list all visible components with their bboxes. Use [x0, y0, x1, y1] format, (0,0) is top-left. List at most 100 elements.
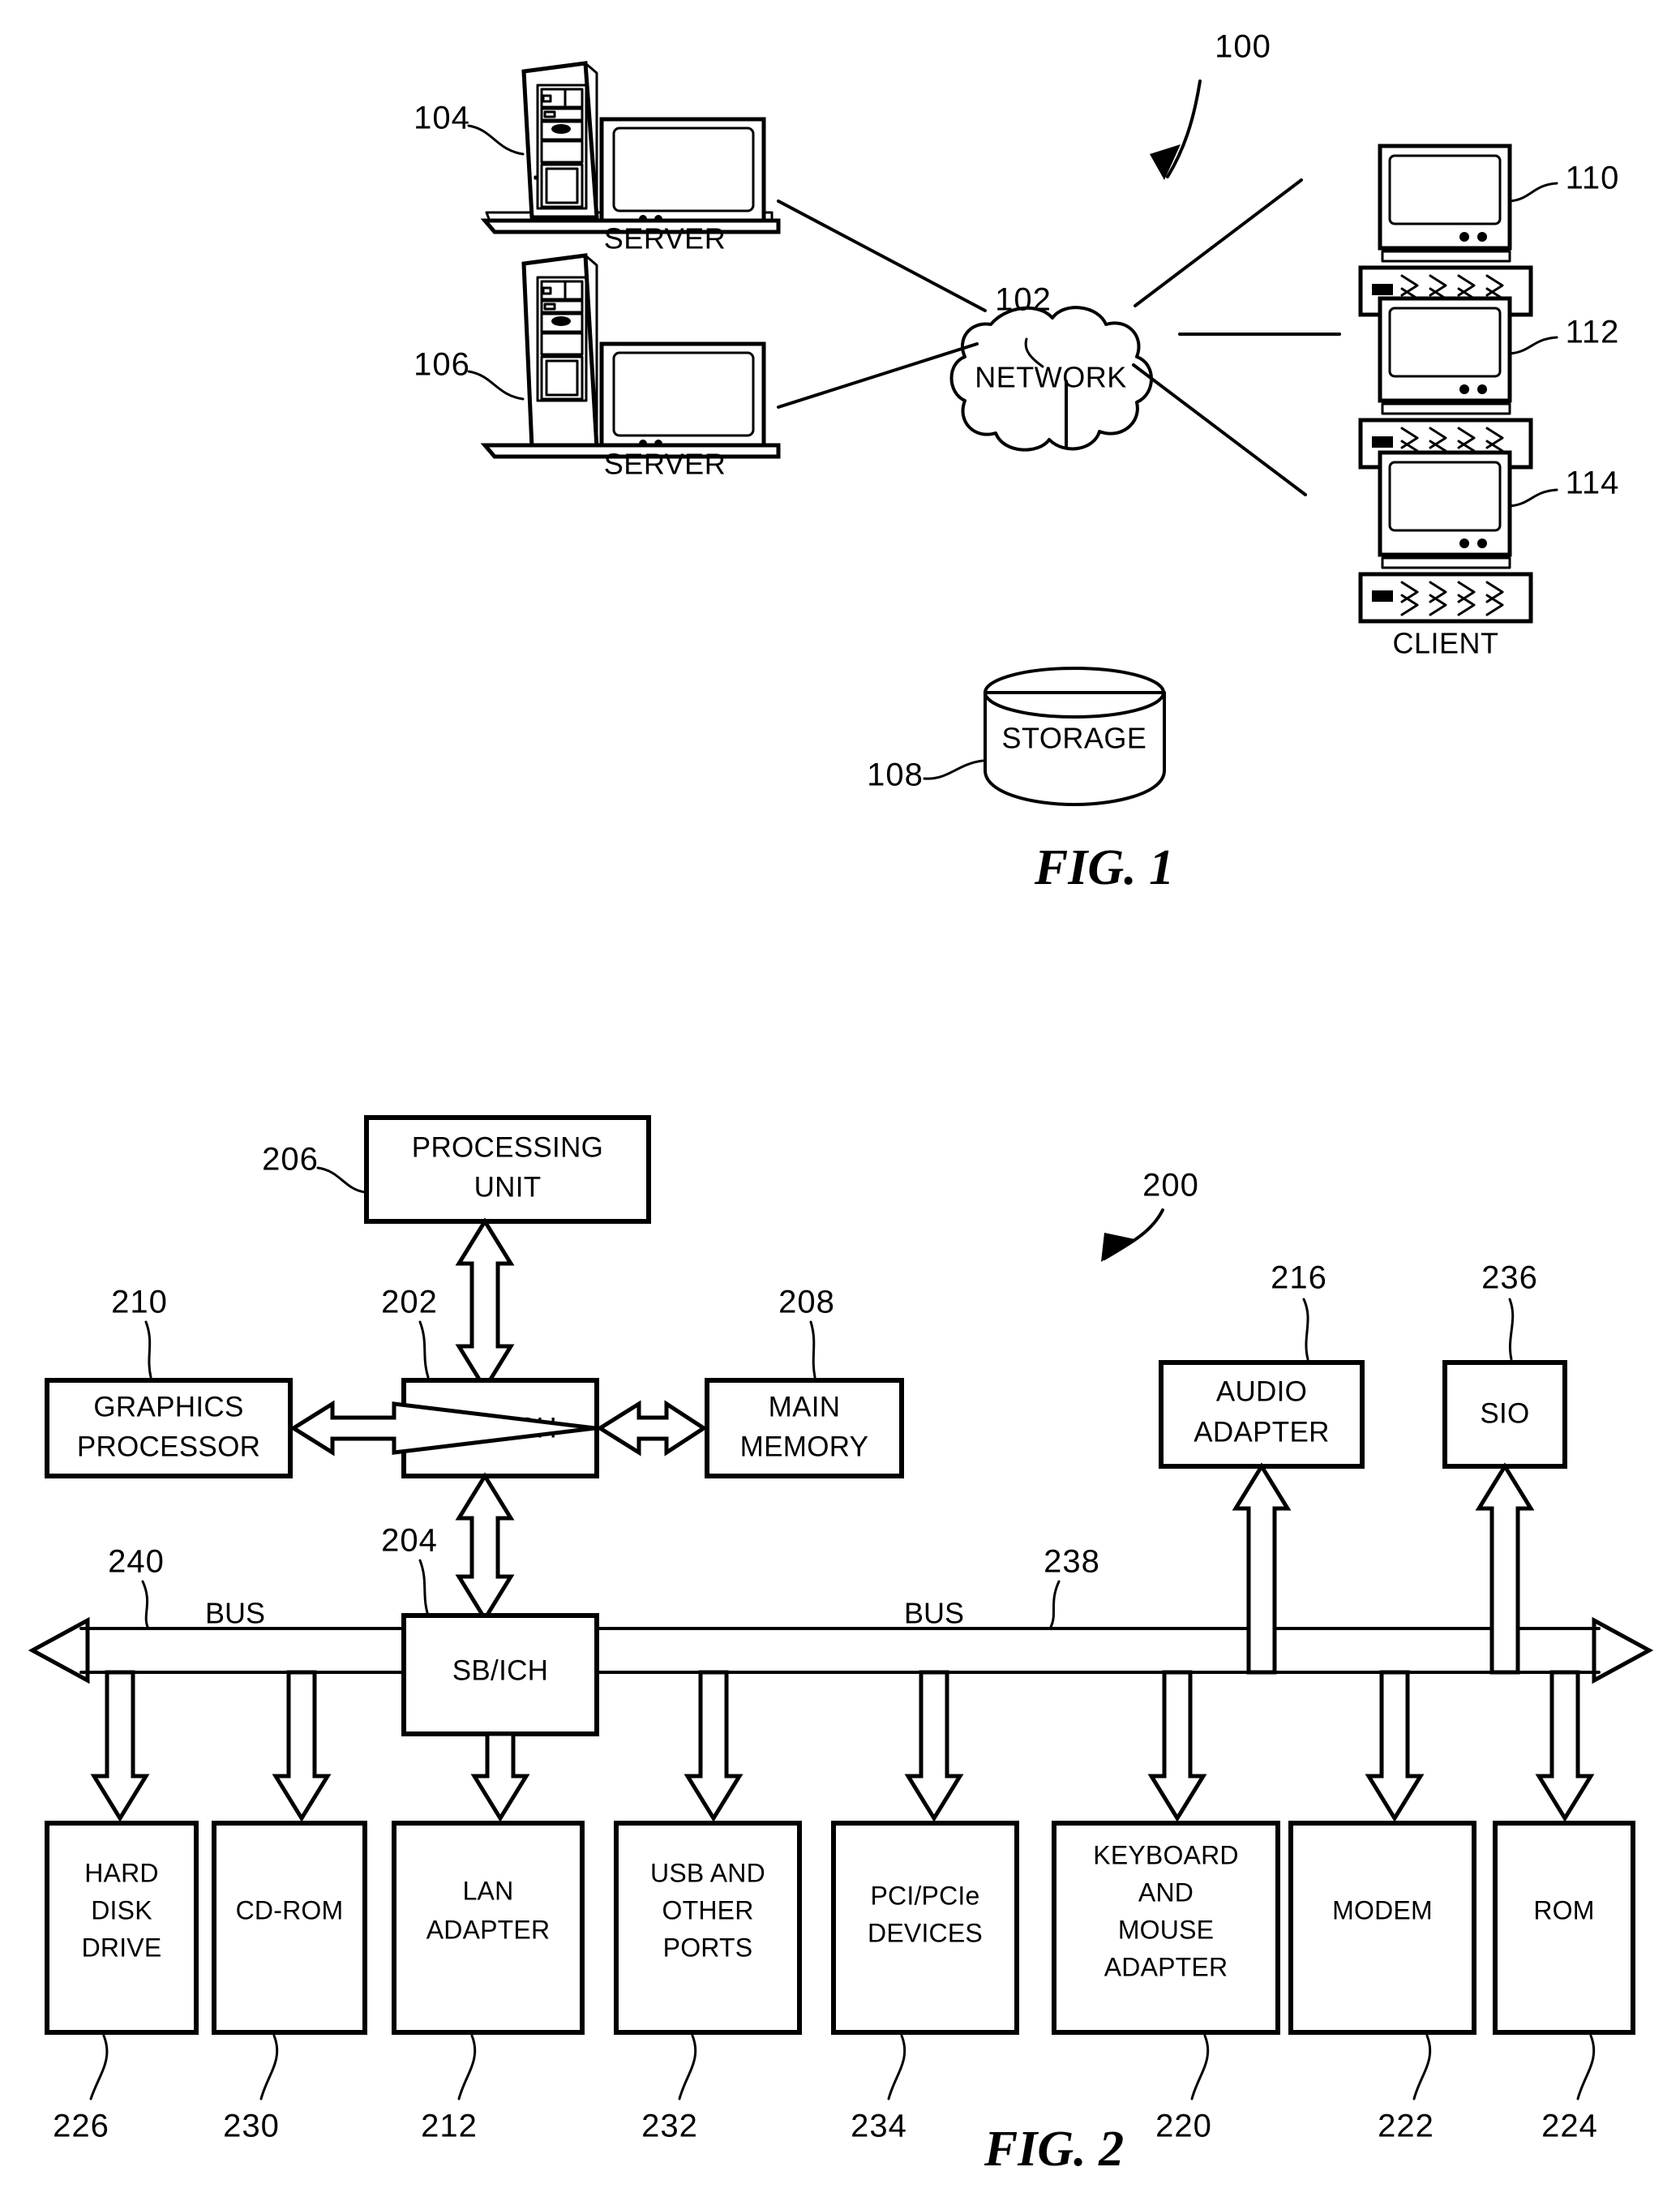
- ref-224: 224: [1541, 2109, 1598, 2144]
- ref-100: 100: [1215, 29, 1271, 65]
- ref-230: 230: [223, 2109, 280, 2144]
- usb-ports-box: [614, 1821, 802, 2035]
- leader-104: [467, 124, 525, 156]
- arrow-sbich-down: [470, 1731, 530, 1822]
- system-200-pointer: [1101, 1208, 1164, 1262]
- leader-210: [144, 1320, 152, 1379]
- ref-222: 222: [1378, 2109, 1434, 2144]
- client-114-graphic: [1358, 450, 1533, 624]
- lan-adapter-line-2: ADAPTER: [426, 1915, 551, 1944]
- figure-1-group: SERVER 104 SERVER 106 NETWORK 102 STORAG…: [414, 29, 1620, 895]
- ref-236: 236: [1481, 1260, 1538, 1296]
- ref-216: 216: [1271, 1260, 1327, 1296]
- lan-adapter-line-1: LAN: [463, 1876, 514, 1905]
- graphics-processor-line-1: GRAPHICS: [93, 1391, 243, 1422]
- server-104-graphic: [480, 61, 781, 234]
- ref-108: 108: [867, 757, 924, 793]
- ref-112: 112: [1566, 315, 1620, 350]
- cd-rom-label: CD-ROM: [236, 1895, 344, 1925]
- ref-212: 212: [421, 2109, 478, 2144]
- graphics-processor-line-2: PROCESSOR: [77, 1431, 260, 1462]
- arrow-nb-sb: [455, 1472, 515, 1623]
- modem-label: MODEM: [1332, 1895, 1433, 1925]
- hard-disk-drive-line-1: HARD: [84, 1858, 158, 1887]
- arrow-bus-audio: [1232, 1462, 1292, 1675]
- ref-104: 104: [414, 101, 470, 136]
- processing-unit-line-2: UNIT: [474, 1171, 542, 1203]
- ref-114: 114: [1566, 466, 1620, 501]
- storage-label: STORAGE: [1002, 722, 1147, 755]
- ref-232: 232: [641, 2109, 698, 2144]
- rom-box: [1493, 1821, 1635, 2035]
- audio-adapter-line-2: ADAPTER: [1194, 1416, 1329, 1448]
- leader-112: [1508, 336, 1558, 355]
- client-110-graphic: [1358, 144, 1533, 317]
- sio-label: SIO: [1480, 1397, 1529, 1429]
- ref-110: 110: [1566, 161, 1620, 196]
- pci-devices-line-1: PCI/PCIe: [871, 1881, 980, 1910]
- keyboard-mouse-line-3: MOUSE: [1118, 1915, 1214, 1944]
- bus-label-left: BUS: [205, 1597, 265, 1630]
- leader-114: [1508, 488, 1558, 508]
- keyboard-mouse-line-2: AND: [1138, 1877, 1194, 1907]
- pci-devices-line-2: DEVICES: [868, 1918, 983, 1947]
- drawing-canvas: SERVER 104 SERVER 106 NETWORK 102 STORAG…: [28, 29, 1654, 2177]
- leader-234: [887, 2034, 906, 2100]
- keyboard-mouse-line-1: KEYBOARD: [1093, 1840, 1238, 1869]
- rom-label: ROM: [1533, 1895, 1594, 1925]
- processing-unit-line-1: PROCESSING: [412, 1131, 603, 1163]
- system-100-pointer: [1150, 79, 1202, 180]
- ref-238: 238: [1044, 1544, 1100, 1580]
- network-label: NETWORK: [975, 361, 1127, 394]
- leader-222: [1412, 2034, 1432, 2100]
- leader-226: [89, 2034, 109, 2100]
- leader-208: [809, 1320, 816, 1379]
- leader-220: [1190, 2034, 1210, 2100]
- usb-ports-line-3: PORTS: [663, 1933, 753, 1962]
- leader-232: [678, 2034, 697, 2100]
- leader-238: [1049, 1580, 1061, 1628]
- ref-202: 202: [381, 1285, 438, 1320]
- figure-2-group: 200 PROCESSING UNIT 206 GRAPHICS PROCESS…: [28, 1115, 1654, 2177]
- leader-206: [316, 1166, 366, 1194]
- arrow-pu-nb: [455, 1217, 515, 1392]
- keyboard-mouse-line-4: ADAPTER: [1104, 1952, 1228, 1981]
- ref-206: 206: [262, 1142, 319, 1178]
- leader-236: [1508, 1298, 1515, 1361]
- leader-202: [418, 1320, 430, 1379]
- sb-ich-label: SB/ICH: [452, 1654, 549, 1686]
- cd-rom-box: [212, 1821, 367, 2035]
- leader-224: [1576, 2034, 1596, 2100]
- main-memory-line-1: MAIN: [769, 1391, 841, 1422]
- client-114-label: CLIENT: [1392, 627, 1498, 660]
- hard-disk-drive-line-2: DISK: [91, 1895, 152, 1925]
- leader-216: [1302, 1298, 1309, 1361]
- hard-disk-drive-line-3: DRIVE: [82, 1933, 162, 1962]
- patent-drawing-sheet: SERVER 104 SERVER 106 NETWORK 102 STORAG…: [0, 0, 1680, 2197]
- leader-110: [1508, 182, 1558, 203]
- ref-208: 208: [778, 1285, 835, 1320]
- leader-240: [141, 1580, 149, 1628]
- server-104-label: SERVER: [604, 222, 726, 255]
- ref-200: 200: [1142, 1168, 1199, 1204]
- peripheral-arrows: [90, 1670, 1595, 1822]
- leader-106: [467, 370, 525, 401]
- ref-106: 106: [414, 347, 470, 383]
- main-memory-line-2: MEMORY: [740, 1431, 869, 1462]
- leader-212: [457, 2034, 477, 2100]
- ref-210: 210: [111, 1285, 168, 1320]
- client-112-graphic: [1358, 296, 1533, 470]
- figure-2-caption: FIG. 2: [984, 2122, 1124, 2177]
- ref-220: 220: [1155, 2109, 1212, 2144]
- ref-240: 240: [108, 1544, 165, 1580]
- leader-204: [418, 1559, 430, 1617]
- server-106-graphic: [480, 253, 781, 459]
- modem-box: [1288, 1821, 1476, 2035]
- bus-label-right: BUS: [904, 1597, 964, 1630]
- ref-204: 204: [381, 1523, 438, 1559]
- leader-108: [923, 759, 984, 780]
- ref-234: 234: [851, 2109, 907, 2144]
- arrow-bus-sio: [1475, 1462, 1535, 1675]
- audio-adapter-line-1: AUDIO: [1216, 1375, 1307, 1407]
- ref-226: 226: [53, 2109, 109, 2144]
